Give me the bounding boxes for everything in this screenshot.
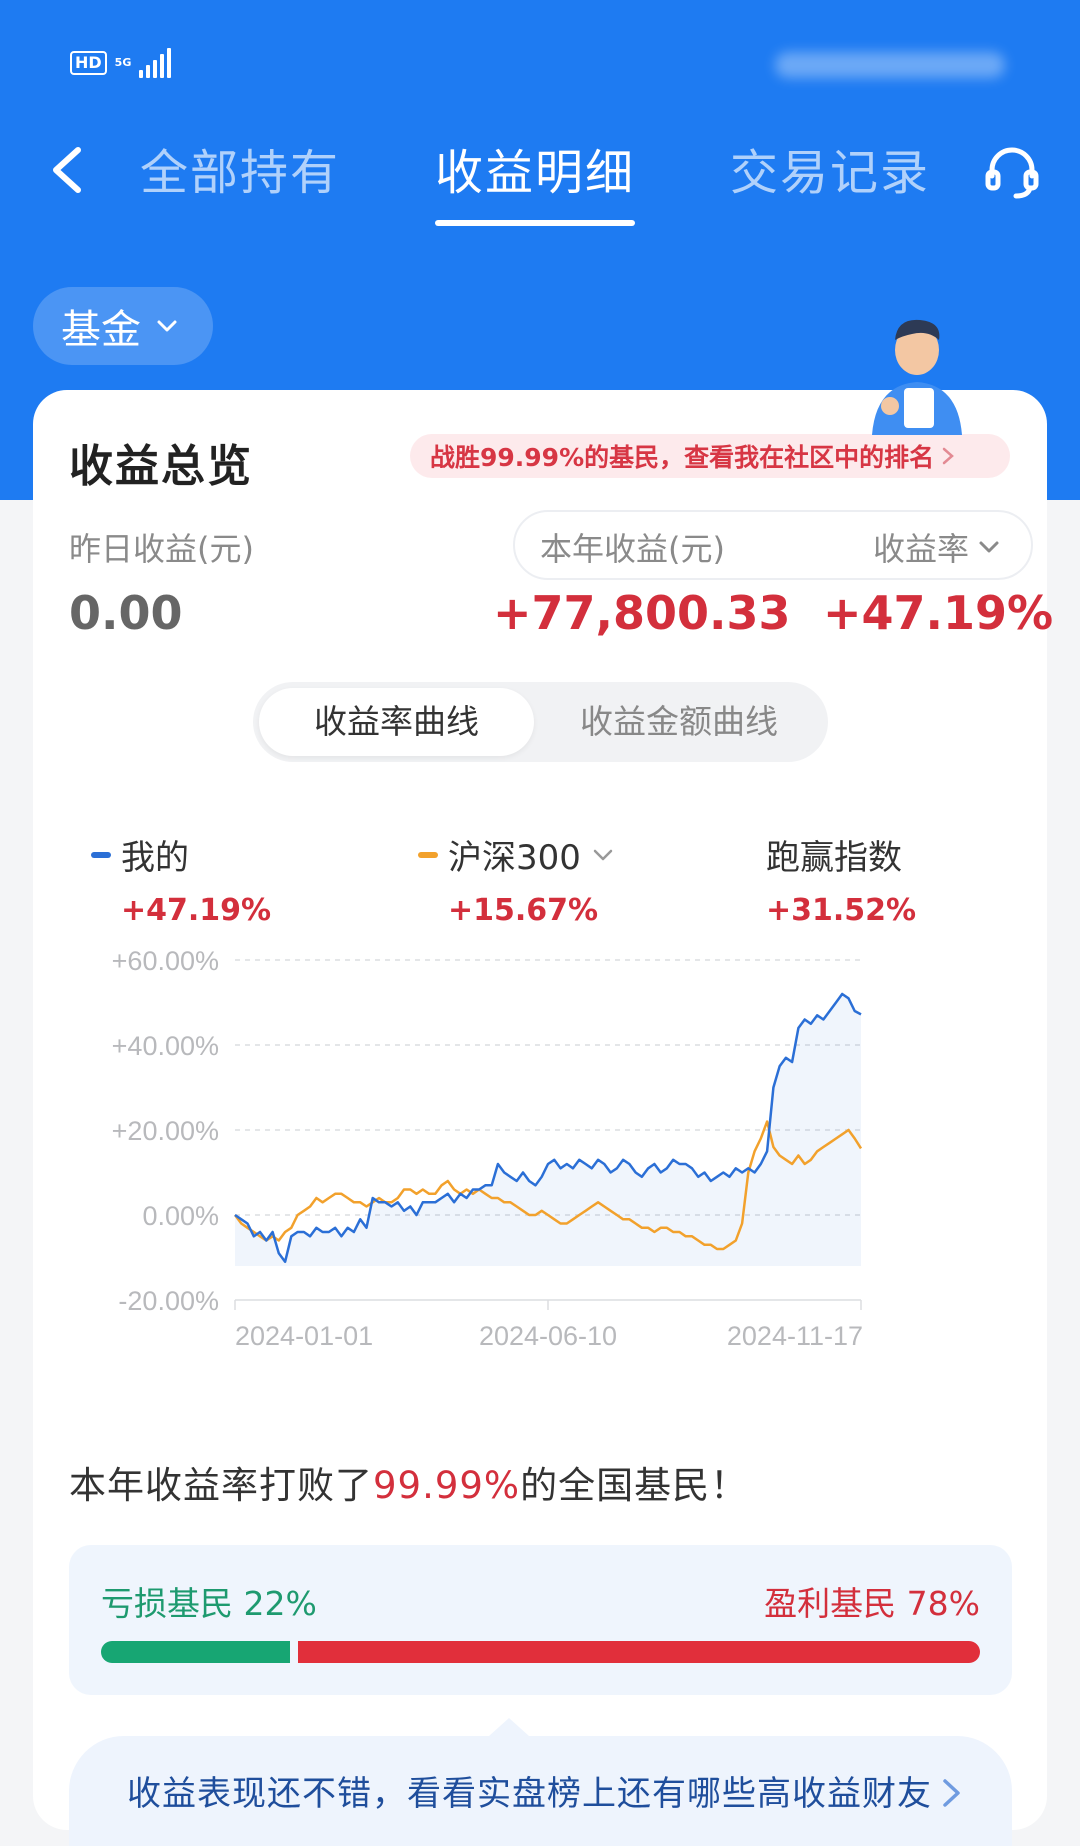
return-rate-value: +47.19% <box>823 586 1054 640</box>
series-color-marker <box>418 851 438 858</box>
legend-outperform-label: 跑赢指数 <box>766 838 902 878</box>
mascot-illustration <box>872 319 962 435</box>
promo-text: 收益表现还不错，看看实盘榜上还有哪些高收益财友 <box>127 1774 932 1814</box>
chevron-down-icon <box>157 320 177 332</box>
tab-all-holdings[interactable]: 全部持有 <box>140 140 340 206</box>
legend-index-selector[interactable]: 沪深300 +15.67% <box>418 830 615 928</box>
chevron-right-icon <box>943 1779 960 1807</box>
legend-outperform-value: +31.52% <box>766 893 917 928</box>
chevron-left-icon <box>53 147 81 193</box>
gain-investors-label: 盈利基民 78% <box>764 1584 980 1623</box>
signal-icon <box>139 48 172 78</box>
legend-index-label: 沪深300 <box>448 838 581 878</box>
amount-curve-tab[interactable]: 收益金额曲线 <box>536 688 822 756</box>
status-bar: HD 5G <box>70 48 172 78</box>
tab-earnings-detail[interactable]: 收益明细 <box>434 140 636 226</box>
legend-mine-value: +47.19% <box>121 893 272 928</box>
beat-prefix: 本年收益率打败了 <box>69 1464 373 1507</box>
legend-index-value: +15.67% <box>448 893 599 928</box>
series-color-marker <box>91 851 111 858</box>
earnings-card: 收益总览 战胜99.99%的基民，查看我在社区中的排名 昨日收益(元) 0.00… <box>33 390 1054 1846</box>
return-rate-dropdown[interactable]: 收益率 <box>873 524 1001 570</box>
fund-filter-label: 基金 <box>61 307 141 353</box>
yesterday-earnings-label: 昨日收益(元) <box>69 530 254 568</box>
beat-percent: 99.99% <box>373 1464 521 1507</box>
customer-service-button[interactable] <box>980 140 1044 204</box>
x-tick-label: 2024-11-17 <box>727 1321 863 1351</box>
tab-transactions[interactable]: 交易记录 <box>730 140 930 206</box>
y-tick-label: +40.00% <box>112 1031 219 1061</box>
rate-curve-tab[interactable]: 收益率曲线 <box>259 688 534 756</box>
legend-mine-label: 我的 <box>121 838 189 878</box>
y-tick-label: 0.00% <box>142 1201 219 1231</box>
investor-distribution: 亏损基民 22% 盈利基民 78% <box>69 1545 1012 1695</box>
legend-outperform: 跑赢指数 +31.52% <box>766 830 916 928</box>
top-tabs: 全部持有 收益明细 交易记录 <box>140 140 930 226</box>
return-rate-chart: +60.00% +40.00% +20.00% 0.00% -20.00% 2024-01… <box>112 946 863 1351</box>
gain-share-bar <box>298 1641 980 1663</box>
loss-investors-label: 亏损基民 22% <box>101 1584 317 1623</box>
year-earnings-label: 本年收益(元) <box>540 530 725 568</box>
chevron-right-icon <box>942 447 955 465</box>
chevron-down-icon <box>593 849 613 860</box>
chevron-down-icon <box>979 541 999 553</box>
back-button[interactable] <box>40 140 100 200</box>
fund-filter-dropdown[interactable]: 基金 <box>33 287 213 365</box>
year-earnings-value: +77,800.33 <box>493 586 791 640</box>
network-label: 5G <box>114 56 132 69</box>
beat-summary: 本年收益率打败了99.99%的全国基民！ <box>69 1455 748 1509</box>
yesterday-earnings-value: 0.00 <box>69 586 183 640</box>
curve-toggle: 收益率曲线 收益金额曲线 <box>253 682 828 762</box>
hd-badge: HD <box>70 51 107 75</box>
y-tick-label: +20.00% <box>112 1116 219 1146</box>
x-tick-label: 2024-01-01 <box>235 1321 373 1351</box>
rank-banner-text: 战胜99.99%的基民，查看我在社区中的排名 <box>430 443 935 472</box>
loss-share-bar <box>101 1641 291 1663</box>
y-tick-label: +60.00% <box>112 946 219 976</box>
rank-banner[interactable]: 战胜99.99%的基民，查看我在社区中的排名 <box>410 434 1010 478</box>
y-tick-label: -20.00% <box>118 1286 219 1316</box>
overview-title: 收益总览 <box>69 441 253 492</box>
return-rate-label: 收益率 <box>873 530 970 568</box>
beat-suffix: 的全国基民！ <box>520 1464 749 1507</box>
leaderboard-promo[interactable]: 收益表现还不错，看看实盘榜上还有哪些高收益财友 <box>69 1718 1012 1846</box>
status-right-blurred <box>775 52 1005 78</box>
headset-icon <box>985 147 1039 199</box>
legend-mine: 我的 +47.19% <box>91 830 271 928</box>
x-tick-label: 2024-06-10 <box>479 1321 617 1351</box>
